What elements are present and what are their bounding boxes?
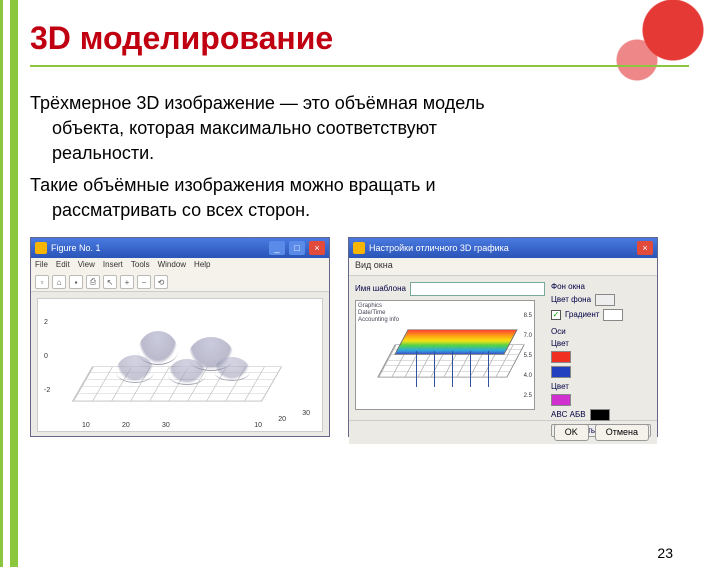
cancel-button[interactable]: Отмена [595, 424, 649, 441]
template-name-input[interactable] [410, 282, 545, 296]
paragraph-1: Трёхмерное 3D изображение — это объёмная… [30, 91, 689, 167]
window-title: Figure No. 1 [51, 243, 101, 253]
xtick: 10 [254, 422, 262, 429]
surface-peak [116, 355, 154, 383]
open-icon[interactable]: ⌂ [52, 275, 66, 289]
menu-item[interactable]: View [78, 260, 95, 272]
window-title: Настройки отличного 3D графика [369, 243, 509, 253]
pointer-icon[interactable]: ↖ [103, 275, 117, 289]
menu-item[interactable]: Help [194, 260, 210, 272]
surface-peak [168, 359, 206, 385]
label-bgcolor: Цвет фона [551, 295, 591, 304]
preview-legend: Graphics Date/Time Accounting info [358, 303, 399, 325]
color-swatch-magenta[interactable] [551, 394, 571, 406]
para1-l1: Трёхмерное 3D изображение — это объёмная… [30, 93, 485, 113]
xtick: 20 [278, 416, 286, 423]
label-template-name: Имя шаблона [355, 284, 406, 293]
close-button[interactable]: × [637, 241, 653, 255]
color-swatch-black[interactable] [590, 409, 610, 421]
label-color: Цвет [551, 339, 569, 348]
gradient-checkbox[interactable]: ✓ [551, 310, 561, 320]
xtick: 30 [162, 422, 170, 429]
menu-item[interactable]: Edit [56, 260, 70, 272]
para1-l2: объекта, которая максимально соответству… [52, 116, 689, 141]
settings-dialog: Настройки отличного 3D графика × Вид окн… [348, 237, 658, 437]
minimize-button[interactable]: _ [269, 241, 285, 255]
menu-item[interactable]: Window [158, 260, 186, 272]
ytick: 0 [44, 353, 48, 360]
xtick: 30 [302, 410, 310, 417]
label-bg: Фон окна [551, 282, 585, 291]
ytick: 4.0 [524, 373, 532, 379]
new-icon[interactable]: ▫ [35, 275, 49, 289]
close-button[interactable]: × [309, 241, 325, 255]
ytick: 7.0 [524, 333, 532, 339]
color-swatch[interactable] [595, 294, 615, 306]
label-gradient: Градиент [565, 310, 599, 319]
preview-3d: Graphics Date/Time Accounting info 8.5 7… [355, 300, 535, 410]
color-swatch-red[interactable] [551, 351, 571, 363]
para2-l1: Такие объёмные изображения можно вращать… [30, 175, 436, 195]
titlebar: Настройки отличного 3D графика × [349, 238, 657, 258]
para2-l2: рассматривать со всех сторон. [52, 198, 689, 223]
ytick: 2.5 [524, 393, 532, 399]
zoom-in-icon[interactable]: + [120, 275, 134, 289]
title-underline [30, 65, 689, 67]
ytick: 2 [44, 319, 48, 326]
rotate-icon[interactable]: ⟲ [154, 275, 168, 289]
xtick: 10 [82, 422, 90, 429]
app-icon [353, 242, 365, 254]
color-swatch[interactable] [603, 309, 623, 321]
toolbar: ▫ ⌂ ▪ ⎙ ↖ + − ⟲ [31, 274, 329, 292]
figure-window: Figure No. 1 _ □ × File Edit View Insert… [30, 237, 330, 437]
slide-title: 3D моделирование [30, 20, 689, 57]
label-sample-text: ABC АБВ [551, 410, 586, 419]
app-icon [35, 242, 47, 254]
save-icon[interactable]: ▪ [69, 275, 83, 289]
maximize-button[interactable]: □ [289, 241, 305, 255]
tab-view[interactable]: Вид окна [349, 258, 657, 276]
xtick: 20 [122, 422, 130, 429]
label-axes: Оси [551, 327, 566, 336]
zoom-out-icon[interactable]: − [137, 275, 151, 289]
color-swatch-blue[interactable] [551, 366, 571, 378]
ytick: -2 [44, 387, 50, 394]
plot-area: 2 0 -2 10 20 30 10 20 30 [37, 298, 323, 432]
ytick: 8.5 [524, 313, 532, 319]
menu-item[interactable]: Tools [131, 260, 150, 272]
menu-item[interactable]: Insert [103, 260, 123, 272]
ytick: 5.5 [524, 353, 532, 359]
para1-l3: реальности. [52, 141, 689, 166]
page-number: 23 [657, 545, 673, 561]
ok-button[interactable]: OK [554, 424, 589, 441]
menu-item[interactable]: File [35, 260, 48, 272]
preview-surface [394, 329, 517, 354]
print-icon[interactable]: ⎙ [86, 275, 100, 289]
menubar: File Edit View Insert Tools Window Help [31, 258, 329, 274]
paragraph-2: Такие объёмные изображения можно вращать… [30, 173, 689, 223]
label-color: Цвет [551, 382, 569, 391]
surface-peak [214, 357, 250, 381]
titlebar: Figure No. 1 _ □ × [31, 238, 329, 258]
